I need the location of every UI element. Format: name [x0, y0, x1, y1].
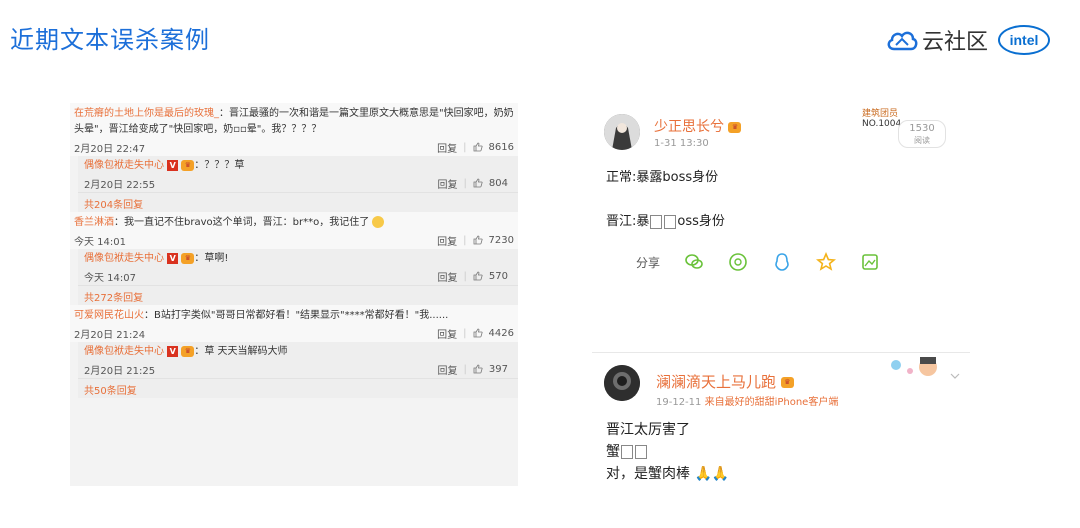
like-count: 397	[488, 363, 508, 375]
reply-button[interactable]: 回复	[438, 269, 458, 284]
avatar-image	[604, 365, 640, 401]
subcomment-username[interactable]: 偶像包袱走失中心	[84, 346, 164, 357]
like-count: 4426	[488, 327, 514, 339]
post-time: 19-12-11	[656, 397, 702, 408]
qq-icon[interactable]	[772, 252, 792, 272]
sub-comment: 偶像包袱走失中心 V ♛ ：草 天天当解码大师 2月20日 21:25 回复 | …	[78, 342, 518, 378]
crown-icon: ♛	[780, 377, 794, 388]
comment-time: 2月20日 22:47	[74, 143, 146, 155]
more-replies-link[interactable]: 共50条回复	[78, 378, 518, 398]
brand-text: 云社区	[921, 30, 988, 55]
moments-icon[interactable]	[728, 252, 748, 272]
comment-time: 2月20日 21:24	[74, 329, 146, 341]
decoration-sticker-icon	[891, 357, 937, 376]
vip-badge: V	[167, 345, 179, 357]
read-count: 1530	[909, 123, 935, 134]
crown-icon: ♛	[181, 252, 195, 264]
comment-text: ：B站打字类似"哥哥日常都好看！"结果显示"****常都好看！"我......	[144, 310, 449, 321]
crown-icon: ♛	[728, 121, 742, 133]
huawei-cloud-logo: 云社区	[886, 24, 988, 56]
post-line-censored: 晋江:暴 oss身份	[606, 210, 725, 229]
reply-button[interactable]: 回复	[437, 140, 457, 155]
thumbs-up-icon[interactable]	[473, 328, 483, 338]
post-time: 1-31 13:30	[654, 138, 709, 149]
reply-button[interactable]: 回复	[438, 176, 458, 191]
intel-logo: intel	[998, 25, 1050, 55]
reply-button[interactable]: 回复	[438, 362, 458, 377]
like-count: 570	[488, 270, 508, 282]
read-label: 阅读	[914, 136, 930, 145]
pray-emoji-icon: 🙏🙏	[694, 466, 730, 482]
like-count: 804	[488, 177, 508, 189]
crown-icon: ♛	[181, 159, 195, 171]
subcomment-time: 今天 14:07	[84, 272, 136, 284]
subcomment-username[interactable]: 偶像包袱走失中心	[84, 253, 164, 264]
reply-button[interactable]: 回复	[437, 326, 457, 341]
comment: 可爱网民花山火：B站打字类似"哥哥日常都好看！"结果显示"****常都好看！"我…	[70, 305, 518, 342]
vip-badge: V	[167, 252, 179, 264]
weibo-post-top: 少正思长兮 ♛ 1-31 13:30 建筑团员 NO.1004 1530 阅读 …	[592, 104, 962, 280]
chevron-down-icon[interactable]	[950, 371, 960, 381]
like-count: 8616	[488, 141, 514, 153]
post-line-1: 晋江太厉害了	[606, 422, 690, 438]
censored-prefix: 晋江:暴	[606, 214, 650, 229]
thumbs-up-icon[interactable]	[473, 235, 483, 245]
share-bar: 分享	[636, 252, 880, 272]
avatar[interactable]	[604, 365, 640, 401]
cloud-icon	[887, 31, 918, 51]
weibo-post-bottom: 澜澜滴天上马儿跑 ♛ 19-12-11 来自最好的甜甜iPhone客户端 晋江太…	[592, 352, 970, 488]
subcomment-text: ：草 天天当解码大师	[194, 346, 288, 357]
comment-username[interactable]: 香兰淋酒	[74, 217, 114, 228]
qzone-star-icon[interactable]	[816, 252, 837, 272]
brand-logos: 云社区 intel	[886, 24, 1050, 56]
comment-time: 今天 14:01	[74, 236, 126, 248]
fan-badge: 建筑团员 NO.1004 1530 阅读	[862, 106, 952, 148]
censored-box	[650, 214, 663, 229]
read-count-box: 1530 阅读	[898, 120, 946, 148]
image-share-icon[interactable]	[860, 252, 880, 272]
comment: 在荒瘠的土地上你是最后的玫瑰_：晋江最骚的一次和谐是一篇文里原文大概意思是"快回…	[70, 103, 518, 156]
wechat-icon[interactable]	[684, 252, 704, 272]
post-source[interactable]: 来自最好的甜甜iPhone客户端	[705, 397, 839, 408]
post-line-2: 蟹	[606, 441, 648, 461]
comment: 香兰淋酒：我一直记不住bravo这个单词，晋江：br**o，我记住了 今天 14…	[70, 212, 518, 249]
subcomment-text: ：？？？草	[194, 160, 245, 171]
comment-username[interactable]: 可爱网民花山火	[74, 310, 144, 321]
subcomment-username[interactable]: 偶像包袱走失中心	[84, 160, 164, 171]
censored-box	[621, 445, 633, 459]
subcomment-time: 2月20日 21:25	[84, 365, 156, 377]
thumbs-up-icon[interactable]	[473, 271, 483, 281]
post-username[interactable]: 少正思长兮	[654, 119, 724, 135]
sub-comment: 偶像包袱走失中心 V ♛ ：？？？草 2月20日 22:55 回复 | 804	[78, 156, 518, 192]
avatar[interactable]	[604, 114, 640, 150]
thumbs-up-icon[interactable]	[473, 142, 483, 152]
avatar-image	[604, 114, 640, 150]
censored-suffix: oss身份	[677, 214, 725, 229]
post-line-3: 对，是蟹肉棒 🙏🙏	[606, 463, 729, 483]
censored-box	[635, 445, 647, 459]
comment-username[interactable]: 在荒瘠的土地上你是最后的玫瑰_	[74, 108, 219, 119]
more-replies-link[interactable]: 共204条回复	[78, 192, 518, 212]
comments-panel: 在荒瘠的土地上你是最后的玫瑰_：晋江最骚的一次和谐是一篇文里原文大概意思是"快回…	[70, 103, 518, 486]
like-count: 7230	[488, 234, 514, 246]
page-title: 近期文本误杀案例	[10, 26, 210, 54]
post-username[interactable]: 澜澜滴天上马儿跑	[656, 373, 776, 391]
crown-icon: ♛	[181, 345, 195, 357]
subcomment-time: 2月20日 22:55	[84, 179, 156, 191]
vip-badge: V	[167, 159, 179, 171]
reply-button[interactable]: 回复	[437, 233, 457, 248]
thumbs-up-icon[interactable]	[473, 178, 483, 188]
sub-comment: 偶像包袱走失中心 V ♛ ：草啊! 今天 14:07 回复 | 570	[78, 249, 518, 285]
post-line-3-text: 对，是蟹肉棒	[606, 466, 690, 482]
share-label: 分享	[636, 255, 661, 270]
post-line-2-text: 蟹	[606, 444, 620, 460]
thumbs-up-icon[interactable]	[473, 364, 483, 374]
censored-box	[664, 214, 677, 229]
more-replies-link[interactable]: 共272条回复	[78, 285, 518, 305]
subcomment-text: ：草啊!	[194, 253, 229, 264]
smile-emoji-icon	[372, 216, 385, 228]
post-line-normal: 正常:暴露boss身份	[606, 170, 719, 185]
badge-title: 建筑团员	[862, 109, 899, 119]
comment-text: ：我一直记不住bravo这个单词，晋江：br**o，我记住了	[114, 217, 370, 228]
